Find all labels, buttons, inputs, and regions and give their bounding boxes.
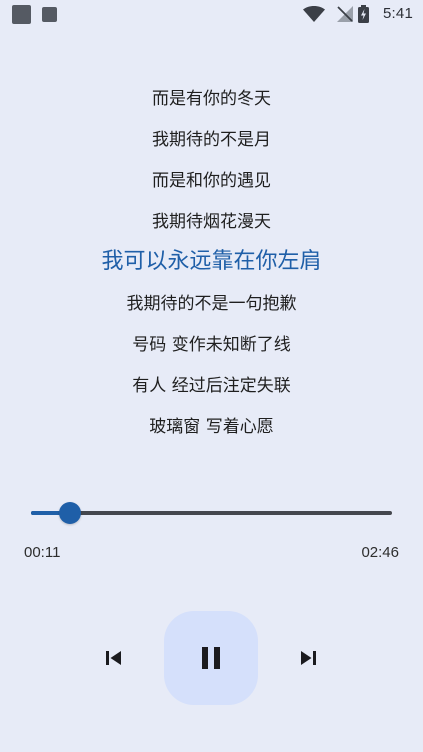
skip-next-icon	[301, 651, 316, 665]
previous-track-button[interactable]	[96, 640, 132, 676]
notification-square-icon	[42, 7, 57, 22]
pause-button[interactable]	[164, 611, 258, 705]
seek-track	[31, 511, 392, 515]
lyric-line[interactable]: 而是有你的冬天	[0, 87, 423, 111]
seek-thumb[interactable]	[59, 502, 81, 524]
battery-charging-icon	[358, 5, 369, 23]
lyric-line[interactable]: 而是和你的遇见	[0, 169, 423, 193]
wifi-icon	[303, 6, 325, 22]
skip-previous-icon	[106, 651, 121, 665]
next-track-button[interactable]	[290, 640, 326, 676]
lyric-line[interactable]: 玻璃窗 写着心愿	[0, 415, 423, 439]
elapsed-time: 00:11	[24, 544, 61, 561]
lyric-line[interactable]: 有人 经过后注定失联	[0, 374, 423, 398]
notification-square-icon	[12, 5, 31, 24]
status-bar: 5:41	[0, 0, 423, 28]
no-signal-icon	[337, 6, 353, 22]
lyric-line[interactable]: 我期待的不是一句抱歉	[0, 292, 423, 316]
lyric-line-current[interactable]: 我可以永远靠在你左肩	[0, 247, 423, 277]
total-time: 02:46	[361, 544, 399, 561]
status-time: 5:41	[383, 5, 413, 22]
lyric-line[interactable]: 我期待的不是月	[0, 128, 423, 152]
lyric-line[interactable]: 我期待烟花漫天	[0, 210, 423, 234]
lyric-line[interactable]: 号码 变作未知断了线	[0, 333, 423, 357]
pause-icon	[202, 647, 220, 669]
seek-slider[interactable]	[31, 502, 392, 524]
